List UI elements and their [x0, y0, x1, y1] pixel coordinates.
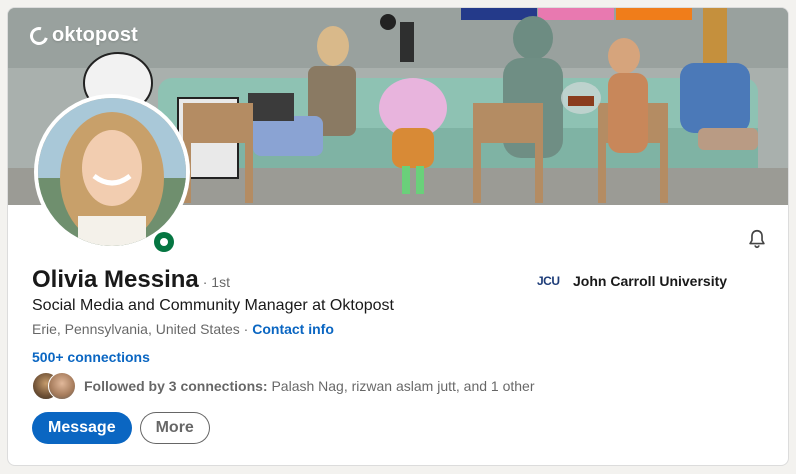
school-logo: JCU — [537, 274, 560, 288]
mutual-connection-avatars — [32, 372, 76, 400]
oktopost-logo-icon — [26, 23, 52, 48]
education-link[interactable]: JCU John Carroll University — [537, 273, 727, 289]
message-button[interactable]: Message — [32, 412, 132, 444]
mutual-connections-row[interactable]: Followed by 3 connections: Palash Nag, r… — [32, 372, 535, 400]
followed-by-text: Followed by 3 connections: Palash Nag, r… — [84, 378, 535, 394]
profile-photo-frame[interactable] — [34, 94, 190, 250]
bell-icon — [749, 229, 765, 249]
school-name: John Carroll University — [573, 273, 728, 289]
profile-actions: Message More — [32, 412, 210, 444]
profile-name: Olivia Messina — [32, 266, 199, 293]
profile-photo[interactable] — [38, 98, 186, 246]
connection-degree: · 1st — [202, 274, 230, 290]
connections-link[interactable]: 500+ connections — [32, 349, 150, 365]
more-button[interactable]: More — [139, 412, 210, 444]
followed-by-label: Followed by 3 connections: — [84, 378, 268, 394]
profile-location: Erie, Pennsylvania, United States — [32, 321, 240, 337]
banner-brand-text: oktopost — [52, 24, 139, 46]
location-separator: · — [239, 321, 253, 337]
profile-headline: Social Media and Community Manager at Ok… — [32, 297, 394, 314]
contact-info-link[interactable]: Contact info — [252, 321, 334, 337]
banner-logo: oktopost — [26, 23, 139, 48]
online-status-badge — [152, 230, 176, 254]
location-row: Erie, Pennsylvania, United States · Cont… — [32, 321, 334, 337]
profile-photo-illustration — [38, 98, 186, 246]
profile-card: oktopost Olivia Messina · 1st Social Med… — [7, 7, 789, 466]
followed-by-names: Palash Nag, rizwan aslam jutt, and 1 oth… — [267, 378, 535, 394]
online-status-dot — [160, 238, 168, 246]
name-row: Olivia Messina · 1st — [32, 266, 230, 294]
notification-bell-button[interactable] — [744, 226, 770, 252]
mutual-avatar — [48, 372, 76, 400]
online-status-icon — [154, 232, 174, 252]
